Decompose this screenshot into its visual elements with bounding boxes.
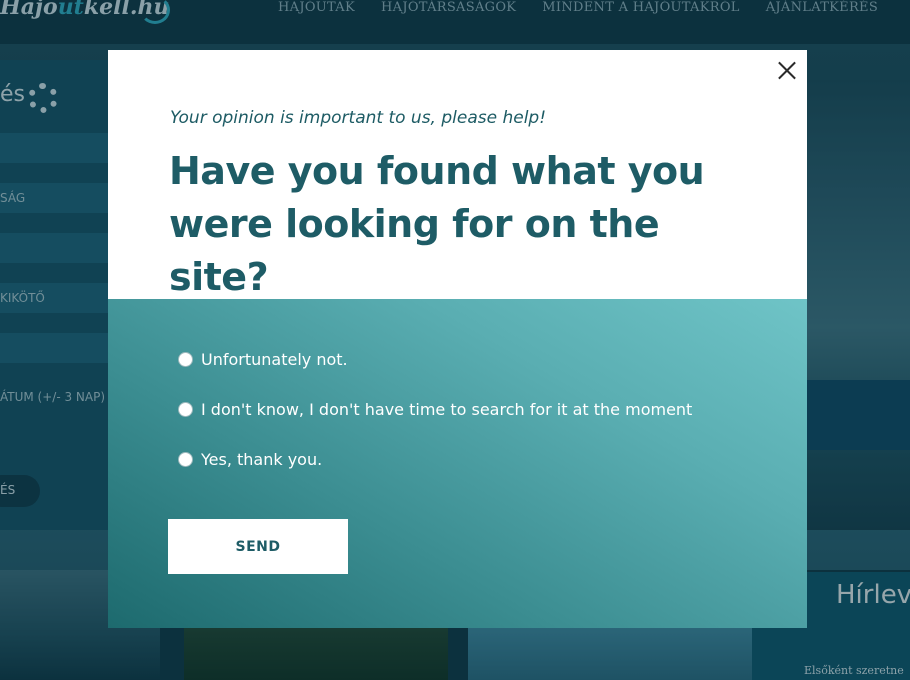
- close-icon[interactable]: [775, 58, 799, 82]
- option-yes-thank-you[interactable]: Yes, thank you.: [178, 450, 322, 469]
- option-unfortunately-not[interactable]: Unfortunately not.: [178, 350, 348, 369]
- option-label: I don't know, I don't have time to searc…: [201, 400, 693, 419]
- radio-button[interactable]: [178, 402, 193, 417]
- radio-button[interactable]: [178, 352, 193, 367]
- option-label: Unfortunately not.: [201, 350, 348, 369]
- radio-button[interactable]: [178, 452, 193, 467]
- modal-title: Have you found what you were looking for…: [169, 149, 705, 299]
- option-dont-know[interactable]: I don't know, I don't have time to searc…: [178, 400, 692, 419]
- options-panel: Unfortunately not. I don't know, I don't…: [108, 299, 807, 628]
- option-label: Yes, thank you.: [201, 450, 323, 469]
- send-button[interactable]: SEND: [168, 519, 348, 574]
- modal-subtitle: Your opinion is important to us, please …: [170, 108, 547, 128]
- feedback-modal: Your opinion is important to us, please …: [108, 50, 807, 628]
